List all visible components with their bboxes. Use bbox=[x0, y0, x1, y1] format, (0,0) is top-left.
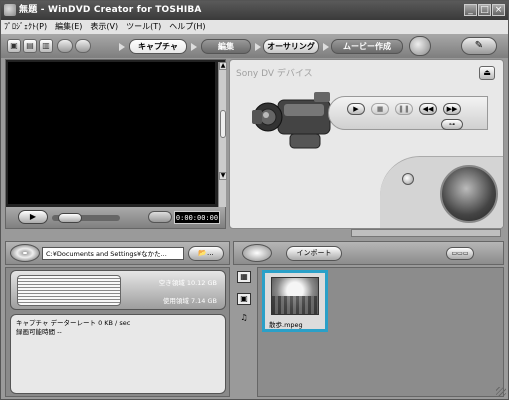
source-bar: C:¥Documents and Settings¥なかた... 📂... bbox=[5, 241, 230, 265]
device-rewind-button[interactable]: ◀◀ bbox=[419, 103, 437, 115]
open-project-icon[interactable]: ▤ bbox=[23, 39, 37, 53]
maximize-button[interactable]: □ bbox=[478, 4, 491, 16]
used-space-label: 使用領域 7.14 GB bbox=[162, 297, 217, 305]
preview-controls: ▶ 0:00:00:00 bbox=[6, 207, 225, 228]
import-button[interactable]: インポート bbox=[286, 246, 342, 261]
step-arrow-icon bbox=[255, 43, 261, 51]
volume-thumb[interactable] bbox=[220, 110, 226, 138]
media-bar: インポート ▭▭▭ bbox=[233, 241, 504, 265]
undo-button[interactable] bbox=[57, 39, 73, 53]
step-arrow-icon bbox=[191, 43, 197, 51]
capture-status-box: キャプチャ データーレート 0 KB / sec 録画可能時間 -- bbox=[10, 314, 226, 394]
capture-dial[interactable] bbox=[440, 165, 498, 223]
resize-grip[interactable] bbox=[496, 387, 506, 397]
image-filter-icon[interactable]: ▣ bbox=[237, 293, 251, 305]
browse-folder-button[interactable]: 📂... bbox=[188, 246, 224, 261]
device-title: Sony DV デバイス bbox=[236, 69, 313, 79]
media-library: 散歩.mpeg bbox=[257, 267, 504, 397]
scroll-down-icon[interactable]: ▼ bbox=[219, 172, 227, 180]
redo-button[interactable] bbox=[75, 39, 91, 53]
window-title: 無題 - WinDVD Creator for TOSHIBA bbox=[19, 5, 202, 15]
step-arrow-icon bbox=[323, 43, 329, 51]
recordable-time-label: 録画可能時間 -- bbox=[16, 328, 62, 336]
save-path-field[interactable]: C:¥Documents and Settings¥なかた... bbox=[42, 247, 184, 260]
hard-disk-icon bbox=[17, 275, 121, 306]
minimize-button[interactable]: _ bbox=[464, 4, 477, 16]
capture-dial-area bbox=[380, 156, 503, 228]
device-control-bar: ▶ ■ ❚❚ ◀◀ ▶▶ ⊶ bbox=[328, 96, 488, 130]
audio-filter-icon[interactable]: ♫ bbox=[237, 313, 251, 325]
thumbnail-trees bbox=[272, 296, 318, 314]
menu-bar: ﾌﾟﾛｼﾞｪｸﾄ(P) 編集(E) 表示(V) ツール(T) ヘルプ(H) bbox=[1, 20, 508, 34]
scroll-up-icon[interactable]: ▲ bbox=[219, 62, 227, 70]
disk-usage-box: 空き領域 10.12 GB 使用領域 7.14 GB bbox=[10, 270, 226, 310]
volume-slider[interactable]: ▲ ▼ bbox=[218, 62, 227, 207]
seek-slider[interactable] bbox=[52, 213, 120, 223]
device-play-button[interactable]: ▶ bbox=[347, 103, 365, 115]
menu-project[interactable]: ﾌﾟﾛｼﾞｪｸﾄ(P) bbox=[4, 20, 47, 34]
menu-help[interactable]: ヘルプ(H) bbox=[169, 20, 205, 34]
close-button[interactable]: × bbox=[492, 4, 505, 16]
eject-button[interactable]: ⏏ bbox=[479, 66, 495, 80]
device-stop-button[interactable]: ■ bbox=[371, 103, 389, 115]
snapshot-button[interactable] bbox=[148, 211, 172, 223]
disc-burn-icon[interactable] bbox=[409, 36, 431, 56]
app-window: 無題 - WinDVD Creator for TOSHIBA _ □ × ﾌﾟ… bbox=[0, 0, 509, 400]
preview-screen bbox=[8, 62, 215, 204]
device-extra-button[interactable]: ⊶ bbox=[441, 119, 463, 130]
media-item[interactable]: 散歩.mpeg bbox=[262, 270, 328, 332]
capture-rate-label: キャプチャ データーレート 0 KB / sec bbox=[16, 319, 131, 327]
info-panel: 空き領域 10.12 GB 使用領域 7.14 GB キャプチャ データーレート… bbox=[5, 267, 230, 397]
free-space-label: 空き領域 10.12 GB bbox=[158, 279, 217, 287]
seek-knob[interactable] bbox=[58, 213, 82, 223]
media-folder-icon[interactable] bbox=[242, 244, 272, 262]
device-panel: Sony DV デバイス ⏏ ▶ ■ ❚❚ ◀◀ ▶▶ ⊶ bbox=[229, 59, 504, 229]
capture-progress-bar bbox=[351, 229, 501, 237]
step-arrow-icon bbox=[119, 43, 125, 51]
toolbar: ▣ ▤ ▥ キャプチャ 編集 オーサリング ムービー作成 ✎ bbox=[1, 34, 508, 58]
title-bar: 無題 - WinDVD Creator for TOSHIBA _ □ × bbox=[1, 1, 508, 20]
tab-edit[interactable]: 編集 bbox=[201, 39, 251, 54]
capture-indicator bbox=[402, 173, 414, 185]
menu-view[interactable]: 表示(V) bbox=[90, 20, 118, 34]
tab-capture[interactable]: キャプチャ bbox=[129, 39, 187, 54]
camcorder-icon bbox=[252, 92, 331, 149]
media-item-label: 散歩.mpeg bbox=[269, 321, 303, 329]
view-mode-button[interactable]: ▭▭▭ bbox=[446, 247, 474, 260]
app-icon bbox=[4, 4, 16, 16]
media-thumbnail bbox=[271, 277, 319, 315]
menu-tools[interactable]: ツール(T) bbox=[126, 20, 161, 34]
settings-button[interactable]: ✎ bbox=[461, 37, 497, 55]
new-project-icon[interactable]: ▣ bbox=[7, 39, 21, 53]
tab-authoring[interactable]: オーサリング bbox=[263, 39, 319, 54]
video-filter-icon[interactable]: ▦ bbox=[237, 271, 251, 283]
tab-make-movie[interactable]: ムービー作成 bbox=[331, 39, 403, 54]
device-fastforward-button[interactable]: ▶▶ bbox=[443, 103, 461, 115]
timecode-display: 0:00:00:00 bbox=[174, 211, 220, 224]
play-button[interactable]: ▶ bbox=[18, 210, 48, 224]
device-pause-button[interactable]: ❚❚ bbox=[395, 103, 413, 115]
disc-drive-icon bbox=[10, 244, 40, 262]
media-type-sidebar: ▦ ▣ ♫ bbox=[233, 267, 255, 397]
preview-panel: ▲ ▼ ▶ 0:00:00:00 bbox=[5, 59, 227, 229]
save-project-icon[interactable]: ▥ bbox=[39, 39, 53, 53]
menu-edit[interactable]: 編集(E) bbox=[55, 20, 82, 34]
